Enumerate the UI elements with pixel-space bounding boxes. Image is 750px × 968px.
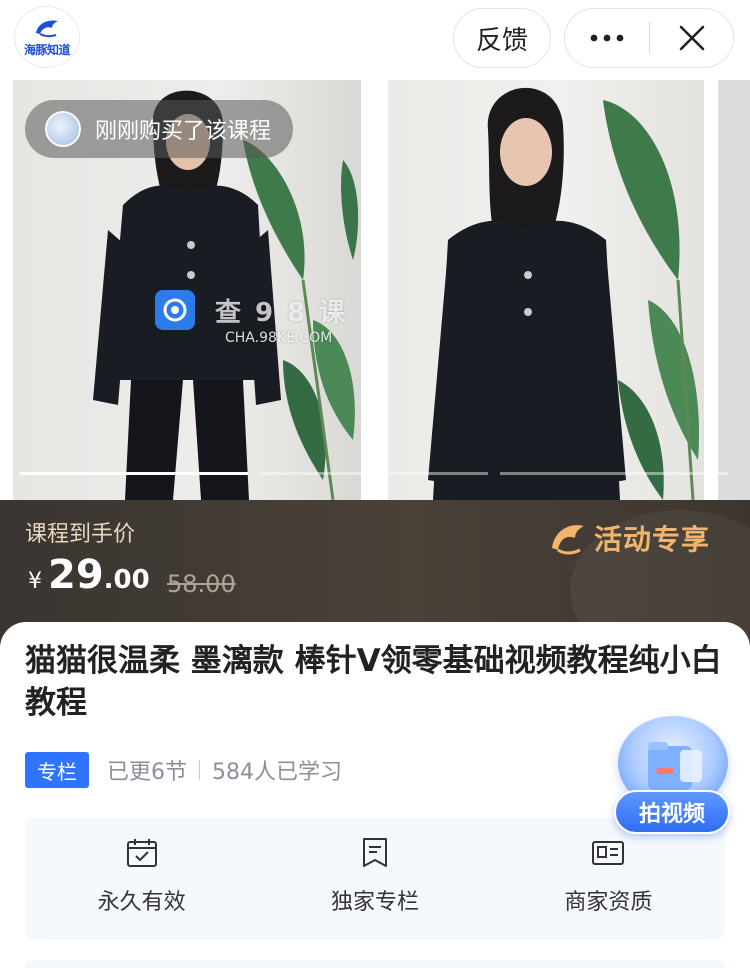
course-detail-page: 海豚知道 反馈 刚刚购买了该课程 查98课 CHA.98KE.COM 课程到手价… [0,0,750,968]
course-meta: 专栏 已更6节 584人已学习 [25,752,342,788]
more-button[interactable] [565,9,649,67]
price-label: 课程到手价 [25,522,136,547]
shoot-video-floating-button[interactable]: 拍视频 [612,712,732,838]
shoot-video-label: 拍视频 [614,790,730,834]
watermark-cn-text: 查98课 [215,297,360,328]
product-photo-2 [388,80,704,500]
learner-count: 584人已学习 [212,760,342,785]
carousel-indicator[interactable] [20,472,248,475]
top-bar: 海豚知道 反馈 [0,0,750,80]
promo-badge: 活动专享 [548,518,710,558]
app-logo[interactable]: 海豚知道 [14,6,80,68]
currency-symbol: ¥ [28,569,42,594]
watermark-en-text: CHA.98KE.COM [225,330,333,346]
carousel-indicators [20,472,728,475]
product-photo-3 [718,80,750,500]
dolphin-icon [552,525,584,555]
buyer-avatar [45,111,81,147]
watermark: 查98课 CHA.98KE.COM [155,290,360,346]
original-price: 58.00 [167,570,236,598]
feature-label: 商家资质 [564,890,653,915]
recent-purchase-notice: 刚刚购买了该课程 [25,100,294,158]
feature-exclusive[interactable]: 独家专栏 [258,818,491,940]
update-count: 已更6节 [107,760,187,785]
bookmark-list-icon [362,838,387,867]
next-section-edge [25,960,725,968]
meta-divider [199,760,200,780]
menu-capsule [564,8,734,68]
promo-text: 活动专享 [594,523,711,556]
id-card-icon [592,841,625,865]
calendar-check-icon [126,839,157,867]
column-tag: 专栏 [25,752,89,788]
current-price: ¥ 29 .00 [28,552,150,598]
more-dots-icon [590,34,624,42]
feature-label: 永久有效 [97,890,186,915]
recent-purchase-text: 刚刚购买了该课程 [95,119,272,144]
price-decimal: .00 [103,565,150,595]
watermark-logo-icon [155,290,195,330]
close-button[interactable] [650,9,733,67]
dolphin-icon [36,20,58,37]
logo-text: 海豚知道 [23,42,71,57]
image-carousel[interactable]: 刚刚购买了该课程 查98课 CHA.98KE.COM [0,80,750,500]
carousel-indicator[interactable] [500,472,728,475]
close-icon [679,25,704,51]
feature-label: 独家专栏 [330,890,419,915]
feedback-button[interactable]: 反馈 [453,8,551,68]
price-integer: 29 [48,552,104,598]
feature-permanent[interactable]: 永久有效 [25,818,258,940]
carousel-indicator[interactable] [260,472,488,475]
